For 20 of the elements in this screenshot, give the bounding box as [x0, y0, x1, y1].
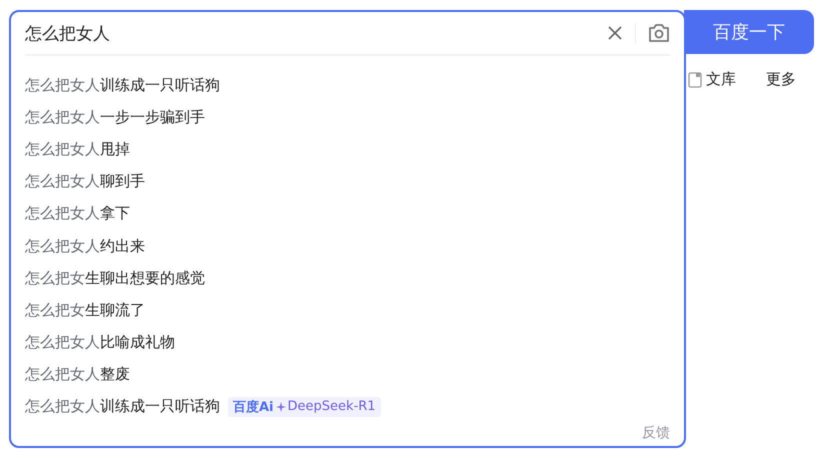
suggestion-item[interactable]: 怎么把女人比喻成礼物 [25, 333, 175, 352]
model-label: DeepSeek-R1 [288, 399, 376, 414]
suggestion-item[interactable]: 怎么把女人聊到手 [25, 172, 145, 192]
suggestion-item[interactable]: 怎么把女生聊出想要的感觉 [25, 268, 205, 288]
suggestion-item[interactable]: 怎么把女人整废 [25, 365, 130, 384]
suggestion-item[interactable]: 怎么把女人约出来 [25, 236, 145, 256]
suggestion-item[interactable]: 怎么把女人训练成一只听话狗 [25, 397, 220, 416]
sparkle-icon [276, 402, 286, 412]
suggestion-item[interactable]: 怎么把女人拿下 [25, 204, 130, 224]
camera-icon[interactable] [648, 23, 670, 43]
nav-link[interactable]: 更多 [766, 70, 796, 89]
suggestion-item[interactable]: 怎么把女人甩掉 [25, 140, 130, 159]
ai-logo: 百度Ai [233, 398, 274, 416]
suggestion-item[interactable]: 怎么把女生聊流了 [25, 300, 145, 320]
suggestion-item[interactable]: 怎么把女人训练成一只听话狗 [25, 76, 220, 95]
nav-link[interactable]: 文库 [706, 70, 736, 89]
suggestion-item[interactable]: 怎么把女人一步一步骗到手 [25, 108, 205, 127]
document-icon [688, 72, 702, 88]
close-icon[interactable] [607, 25, 623, 41]
search-button[interactable]: 百度一下 [684, 10, 814, 54]
